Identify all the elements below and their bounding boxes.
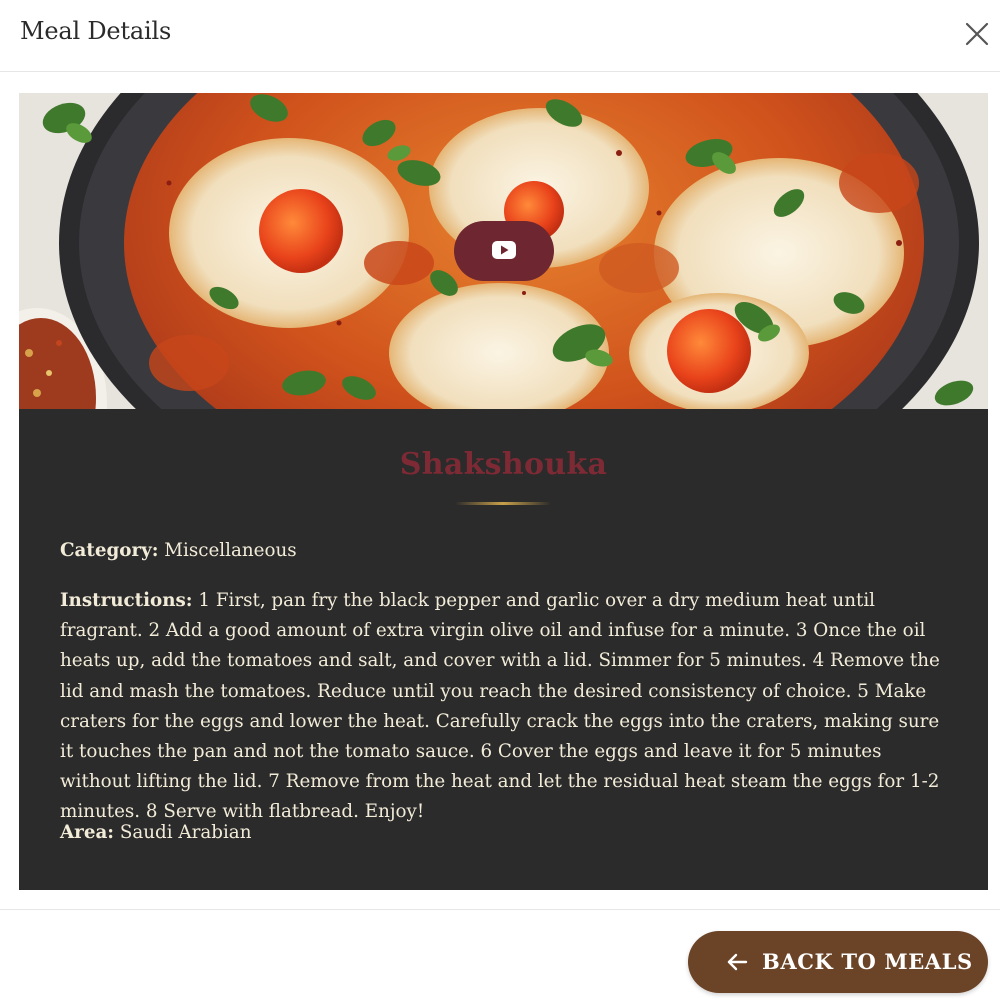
meal-details-modal: Meal Details Shakshouka Category: Miscel… bbox=[0, 0, 1000, 1002]
youtube-play-icon bbox=[492, 241, 516, 259]
meal-info-card: Shakshouka Category: Miscellaneous Instr… bbox=[19, 409, 988, 890]
modal-footer: BACK TO MEALS bbox=[0, 909, 1000, 1002]
category-label: Category: bbox=[60, 540, 159, 561]
area-value: Saudi Arabian bbox=[114, 822, 252, 843]
arrow-left-icon bbox=[727, 953, 748, 971]
meal-category: Category: Miscellaneous bbox=[60, 536, 955, 566]
area-label: Area: bbox=[60, 822, 115, 843]
meal-instructions: Instructions: 1 First, pan fry the black… bbox=[60, 586, 955, 828]
instructions-label: Instructions: bbox=[60, 590, 193, 611]
title-divider bbox=[455, 502, 551, 505]
close-button[interactable] bbox=[962, 19, 992, 49]
modal-body: Shakshouka Category: Miscellaneous Instr… bbox=[19, 93, 988, 890]
meal-image bbox=[19, 93, 988, 409]
meal-area: Area: Saudi Arabian bbox=[60, 818, 955, 848]
category-value: Miscellaneous bbox=[158, 540, 297, 561]
back-to-meals-button[interactable]: BACK TO MEALS bbox=[688, 931, 988, 993]
instructions-value: 1 First, pan fry the black pepper and ga… bbox=[60, 590, 940, 823]
close-icon bbox=[965, 22, 989, 46]
modal-title: Meal Details bbox=[20, 17, 172, 45]
modal-header: Meal Details bbox=[0, 0, 1000, 72]
play-video-button[interactable] bbox=[454, 221, 554, 281]
back-to-meals-label: BACK TO MEALS bbox=[762, 949, 973, 974]
meal-name: Shakshouka bbox=[399, 447, 608, 482]
